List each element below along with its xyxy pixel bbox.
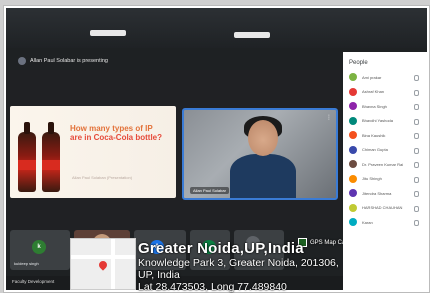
speaker-body [230,154,296,198]
participant-avatar [349,73,357,82]
people-list-item[interactable]: Bhavdhi Yashoda [343,114,427,129]
mic-icon [414,89,419,96]
mic-icon [414,176,419,183]
location-address: Knowledge Park 3, Greater Noida, 201306, [138,257,339,269]
shared-slide[interactable]: How many types of IP are in Coca-Cola bo… [10,106,176,198]
map-road [111,239,115,289]
people-list-item[interactable]: Jitu Shingh [343,172,427,187]
people-list-item[interactable]: Jitendra Sharma [343,186,427,201]
mic-icon [414,220,419,226]
presenter-avatar [18,57,26,65]
participant-avatar [349,87,357,96]
participant-name: Jitendra Sharma [362,190,392,196]
mic-icon [414,191,419,197]
presenting-bar: Allan Paul Solabar is presenting [18,54,108,68]
people-list-item[interactable]: Ami prakar [343,70,427,85]
bottle-image [18,122,36,192]
slide-line-2: are in Coca-Cola bottle? [70,133,163,143]
people-list-item[interactable]: Dr. Praveen Kumar Rai [343,157,427,172]
location-coords: Lat 28.473503, Long 77.489840 [138,281,287,293]
map-road [71,255,135,259]
participant-avatar [349,203,357,212]
participant-name: kuldeep singh [14,261,39,266]
participant-avatar [349,145,357,154]
mic-icon [414,133,419,139]
meeting-title: Faculty Development [12,279,55,284]
participant-name: Ami prakar [362,74,382,80]
participant-name: Ashraf Khan [362,89,385,95]
slide-footer: Allan Paul Solaban (Presentation) [72,175,133,180]
mic-icon [414,75,419,81]
people-list-item[interactable]: Bina Kaushik [343,128,427,143]
participant-name: Chiman Gupta [362,147,388,153]
participant-avatar [349,218,357,227]
participant-avatar [349,174,357,183]
participant-name: Karan [362,219,373,225]
participant-avatar [349,102,357,111]
mic-icon [414,205,419,212]
location-stamp: Greater Noida,UP,India Knowledge Park 3,… [138,241,339,293]
speaker-tile[interactable]: ⋮ Allan Paul Solabar [182,108,338,200]
slide-line-1: How many types of IP [70,124,153,133]
location-city: Greater Noida,UP,India [138,240,304,257]
participant-name: Jitu Shingh [362,176,382,182]
participant-avatar [349,131,357,140]
participant-name: Bhavna Singh [362,103,387,109]
participant-name: HARSHAD CHAUHAN [362,205,403,211]
slide-question: How many types of IP are in Coca-Cola bo… [70,124,165,142]
people-list-item[interactable]: Bhavna Singh [343,99,427,114]
location-state: UP, India [138,269,180,281]
mic-icon [414,147,419,154]
people-panel: People Ami prakar Ashraf Khan Bhavna Singh… [343,52,427,290]
participant-avatar: k [32,240,46,254]
bottle-image [42,122,60,192]
participant-name: Dr. Praveen Kumar Rai [362,161,404,167]
ceiling-light [90,30,126,36]
mic-icon [414,162,419,168]
mic-icon [414,118,419,125]
participant-avatar [349,160,357,169]
meeting-stage: How many types of IP are in Coca-Cola bo… [6,70,341,230]
participant-avatar [349,116,357,125]
presenting-label: Allan Paul Solabar is presenting [30,58,108,64]
more-options-icon[interactable]: ⋮ [326,114,332,121]
people-list-item[interactable]: Ashraf Khan [343,85,427,100]
speaker-face [248,120,278,156]
mic-icon [414,104,419,110]
participant-tile[interactable]: k kuldeep singh [10,230,70,270]
people-list-item[interactable]: Karan [343,215,427,230]
people-list-item[interactable]: Chiman Gupta [343,143,427,158]
participant-avatar [349,189,357,198]
people-list: Ami prakar Ashraf Khan Bhavna Singh Bhavdhi… [343,70,427,230]
people-title: People [349,60,368,66]
participant-name: Bina Kaushik [362,132,386,138]
map-pin-icon [97,259,109,271]
people-list-item[interactable]: HARSHAD CHAUHAN [343,201,427,216]
map-thumbnail [70,238,136,290]
speaker-name: Allan Paul Solabar [190,187,229,194]
ceiling-light [234,32,270,38]
ceiling [6,8,427,48]
participant-name: Bhavdhi Yashoda [362,118,393,124]
